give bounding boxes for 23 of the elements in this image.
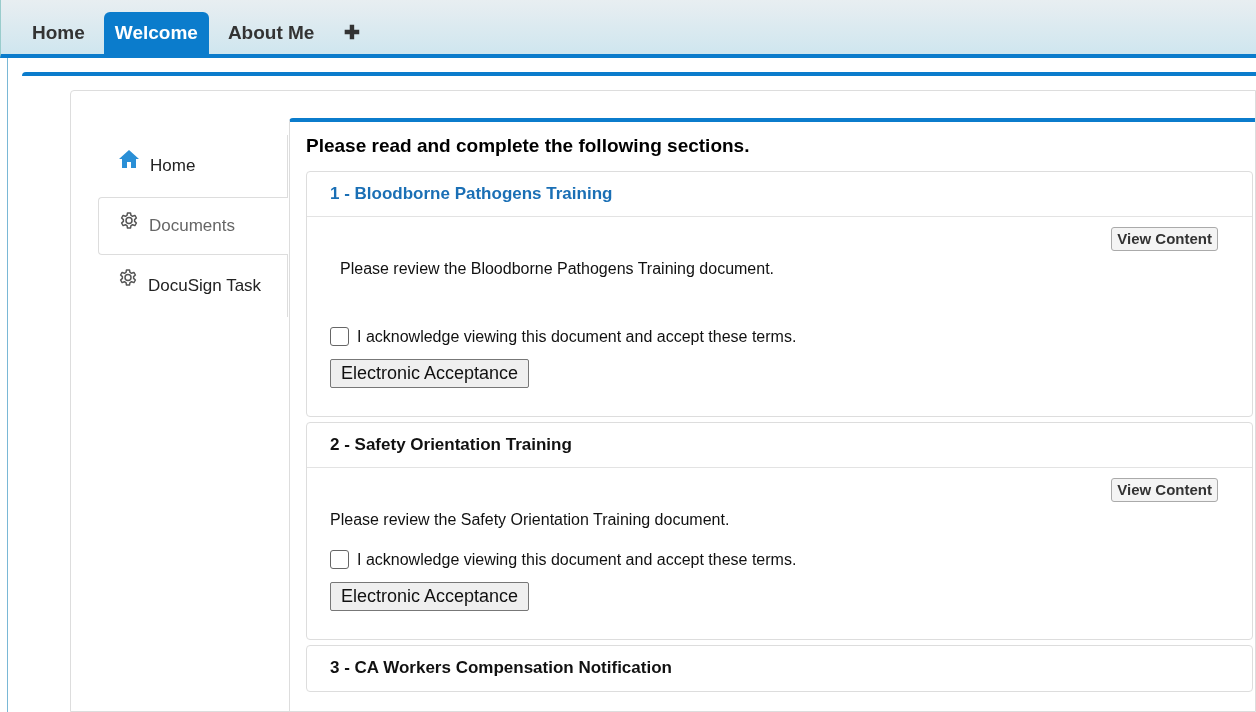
section-description: Please review the Bloodborne Pathogens Training document. [340,258,775,279]
checkbox[interactable] [330,327,349,346]
gear-icon [118,269,138,289]
acknowledge-label: I acknowledge viewing this document and accept these terms. [357,549,797,570]
page-heading: Please read and complete the following sections. [306,134,751,158]
checkbox[interactable] [330,550,349,569]
tab[interactable]: ✚ [333,12,372,54]
section-title[interactable]: 3 - CA Workers Compensation Notification [307,645,1252,691]
section-description: Please review the Safety Orientation Training document. [330,509,730,530]
section-title[interactable]: 2 - Safety Orientation Training [307,422,1252,468]
tab[interactable]: Welcome [103,12,209,54]
acknowledge-label: I acknowledge viewing this document and accept these terms. [357,326,797,347]
view-content-button[interactable]: View Content [1111,226,1218,251]
section-title[interactable]: 1 - Bloodborne Pathogens Training [307,171,1252,217]
home-icon [118,149,140,169]
electronic-acceptance-button[interactable]: Electronic Acceptance [330,581,530,611]
sidebar-item[interactable]: Documents [98,197,288,255]
tab[interactable]: Home [21,12,96,54]
electronic-acceptance-button[interactable]: Electronic Acceptance [330,358,530,388]
tab[interactable]: About Me [216,12,326,54]
view-content-button[interactable]: View Content [1111,477,1218,502]
gear-icon [119,212,139,232]
sidebar-item[interactable]: DocuSign Task [98,255,288,317]
